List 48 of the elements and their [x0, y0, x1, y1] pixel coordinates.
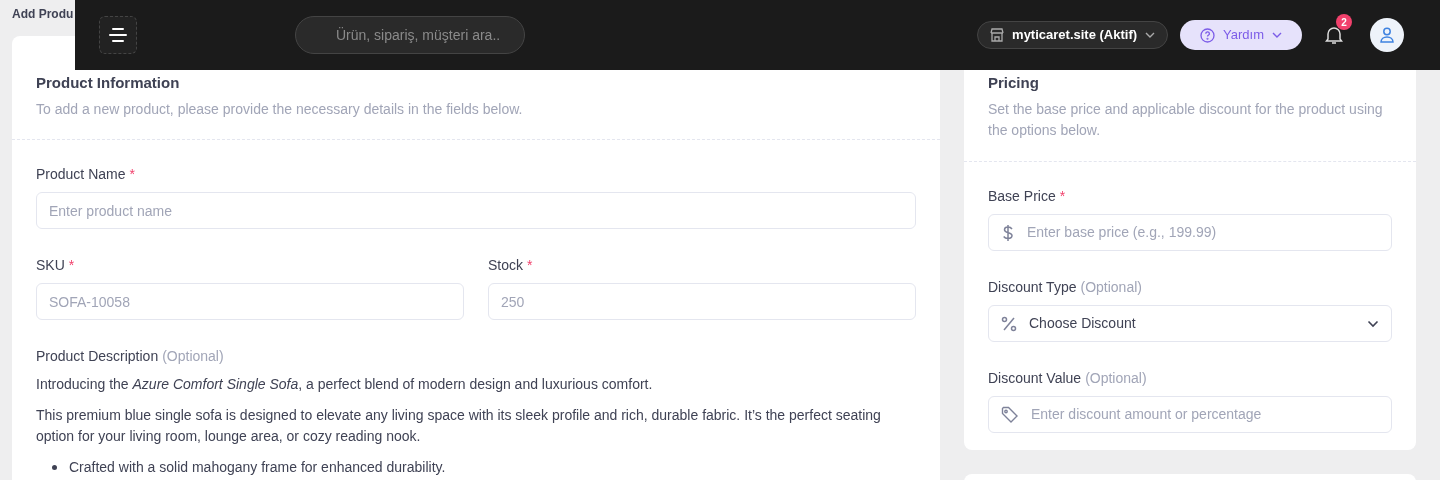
- notification-badge: 2: [1336, 14, 1352, 30]
- card-subtitle: To add a new product, please provide the necessary details in the fields below.: [36, 100, 524, 119]
- profile-button[interactable]: [1370, 18, 1404, 52]
- field-label: Discount Value: [988, 369, 1082, 388]
- input-text[interactable]: Enter base price (e.g., 199.99): [1027, 222, 1379, 243]
- page-title: Add Produ: [12, 6, 74, 23]
- field-label: Product Name: [36, 165, 126, 184]
- bell-icon[interactable]: [1325, 25, 1343, 45]
- required-asterisk: *: [1059, 187, 1066, 206]
- help-button[interactable]: Yardım: [1180, 20, 1302, 50]
- field-label: Product Description: [36, 347, 159, 366]
- optional-hint: (Optional): [1085, 369, 1147, 388]
- bullet-text: Crafted with a solid mahogany frame for enhanced durability.: [69, 458, 446, 477]
- input-text[interactable]: Enter discount amount or percentage: [1031, 404, 1379, 425]
- required-asterisk: *: [68, 256, 75, 275]
- input-field[interactable]: Enter base price (e.g., 199.99): [988, 214, 1392, 251]
- store-selector[interactable]: myticaret.site (Aktif): [977, 21, 1169, 49]
- field-label: Stock: [488, 256, 523, 275]
- bullet-icon: [52, 465, 57, 470]
- chevron-down-icon: [1272, 32, 1282, 38]
- search-field[interactable]: Ürün, sipariş, müşteri ara..: [295, 16, 525, 54]
- required-asterisk: *: [129, 165, 135, 184]
- description-paragraph: This premium blue single sofa is designed to elevate any living space with its sleek profile and rich, durable fabric. It’s the perfect seating option for your living room, lounge area, or cozy reading nook.: [36, 406, 882, 446]
- description-paragraph: Introducing the Azure Comfort Single Sofa, a perfect blend of modern design and luxurious comfort.: [36, 375, 654, 394]
- chevron-down-icon: [1367, 319, 1379, 328]
- menu-icon: [109, 28, 127, 42]
- dollar-icon: [1001, 223, 1015, 242]
- discount-type-select[interactable]: Choose Discount: [988, 305, 1392, 342]
- optional-hint: (Optional): [162, 347, 224, 366]
- user-icon: [1380, 27, 1394, 43]
- input-field[interactable]: 250: [488, 283, 916, 320]
- field-label: Base Price: [988, 187, 1056, 206]
- card-subtitle: Set the base price and applicable discount for the product using the options below.: [988, 100, 1384, 140]
- tag-icon: [1001, 405, 1019, 424]
- input-field[interactable]: SOFA-10058: [36, 283, 464, 320]
- chevron-down-icon: [1145, 32, 1156, 38]
- required-asterisk: *: [527, 256, 533, 275]
- input-field[interactable]: Enter discount amount or percentage: [988, 396, 1392, 433]
- field-label: SKU: [36, 256, 65, 275]
- optional-hint: (Optional): [1080, 278, 1142, 297]
- menu-button[interactable]: [99, 16, 137, 54]
- field-label: Discount Type: [988, 278, 1077, 297]
- card-title: Product Information: [36, 73, 181, 93]
- percent-icon: [1001, 315, 1017, 332]
- input-field[interactable]: Enter product name: [36, 192, 916, 229]
- store-icon: [990, 28, 1005, 42]
- card-title: Pricing: [988, 73, 1040, 93]
- help-icon: [1200, 27, 1216, 43]
